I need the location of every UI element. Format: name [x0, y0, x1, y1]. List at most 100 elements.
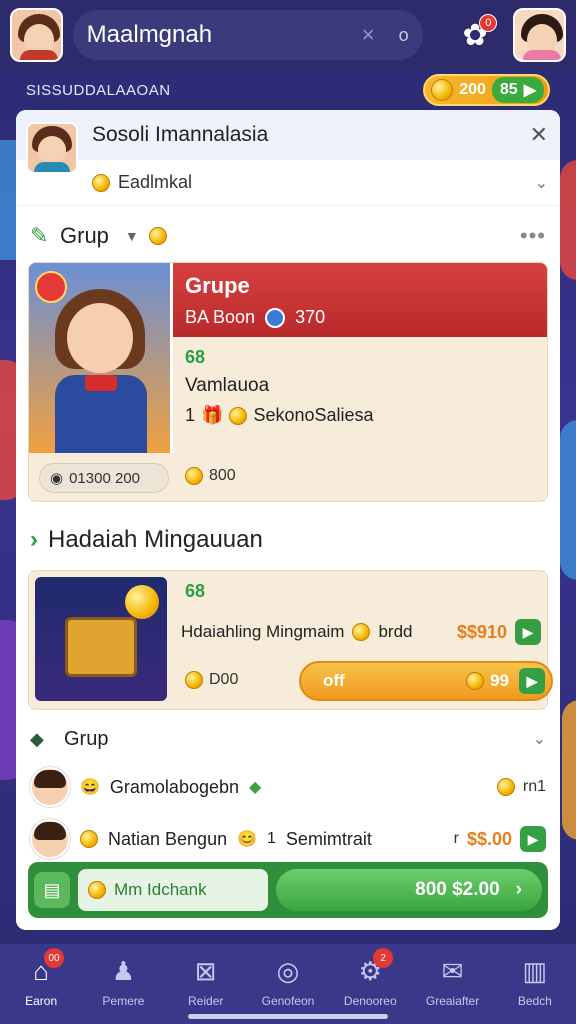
list-item-detail: Semimtrait: [285, 828, 372, 849]
user-avatar[interactable]: [10, 8, 63, 62]
group-card-title: Grupe: [185, 273, 250, 298]
group-icon: ✎: [30, 223, 49, 248]
more-icon[interactable]: •••: [520, 223, 546, 249]
nav-label: Reider: [188, 994, 224, 1008]
reward-line: Hdaiahling Mingmaim brdd $$910 ▶: [181, 619, 541, 645]
list-item[interactable]: 😄 Gramolabogebn ◆ rn1: [30, 762, 546, 812]
reward-text: Hdaiahling Mingmaim: [181, 622, 345, 641]
avatar-body: [20, 50, 58, 60]
mail-icon: ✉: [441, 956, 464, 986]
chevron-down-icon[interactable]: ⌄: [533, 729, 546, 749]
wallet-icon[interactable]: ▤: [34, 872, 70, 908]
caret-down-icon[interactable]: ▼: [125, 228, 139, 244]
coin-icon: [148, 227, 167, 245]
bonus-count: 85: [499, 81, 518, 98]
section-title: Grup: [64, 727, 109, 750]
list-item-extra: r: [453, 830, 459, 847]
nav-item-home[interactable]: ⌂ Earon 00: [0, 944, 82, 1024]
section-grup-header: ✎ Grup ▼ •••: [16, 208, 560, 264]
buy-button[interactable]: 800 $2.00 ›: [276, 869, 542, 911]
group-card-coins-value: 800: [209, 467, 236, 484]
profile-avatar[interactable]: [513, 8, 567, 62]
group-card-detail-count: 1: [185, 405, 196, 425]
avatar-body: [523, 50, 562, 60]
coin-icon: [185, 467, 203, 485]
avatar-body: [34, 162, 70, 172]
reward-price: $$910: [456, 621, 507, 642]
reward-text-tail: brdd: [378, 622, 413, 641]
id-icon: ◉: [50, 470, 64, 487]
nav-label: Pemere: [102, 994, 145, 1008]
nav-item-profile[interactable]: ♟ Pemere: [82, 944, 164, 1024]
mic-icon[interactable]: o: [399, 25, 409, 46]
close-icon[interactable]: ✕: [530, 122, 548, 148]
nav-badge: 00: [44, 948, 64, 968]
play-button[interactable]: ▶: [520, 826, 546, 852]
app-title: Maalmgnah: [86, 21, 213, 48]
list-item-right: rn1: [496, 778, 546, 796]
nav-item-book[interactable]: ▥ Bedch: [494, 944, 576, 1024]
home-indicator[interactable]: [188, 1014, 388, 1019]
buy-button-label: 800 $2.00: [415, 879, 500, 900]
face-icon: 😊: [237, 831, 258, 848]
claim-bar[interactable]: off 99 ▶: [299, 661, 553, 701]
list-item-name: Gramolabogebn: [109, 776, 240, 797]
group-card-id-pill[interactable]: ◉ 01300 200: [39, 463, 169, 493]
box-icon: ⊠: [194, 956, 217, 986]
section-grup2-header[interactable]: ◆ Grup ⌄: [30, 718, 546, 760]
search-bar[interactable]: Maalmgnah × o: [72, 10, 423, 60]
chevron-down-icon[interactable]: ⌄: [535, 173, 548, 193]
notification-badge: 0: [479, 14, 498, 32]
nav-label: Denooreo: [343, 994, 397, 1008]
hero-face: [67, 303, 133, 373]
list-item-name: Natian Bengun: [108, 828, 228, 849]
person-icon: ♟: [111, 956, 136, 986]
emoji-icon: 😄: [80, 779, 100, 796]
group-card-name: Vamlauoa: [185, 375, 270, 396]
reward-coins: D00: [185, 671, 238, 689]
nav-label: Greaiafter: [425, 994, 480, 1008]
coin-icon: [496, 778, 515, 796]
coin-icon: [92, 173, 110, 192]
clear-icon[interactable]: ×: [362, 22, 375, 48]
avatar: [30, 819, 70, 859]
top-bar: Maalmgnah × o ✿ 0: [0, 0, 576, 70]
sub-header-label: SISSUDDALAAOAN: [26, 81, 171, 99]
play-button[interactable]: ▶: [515, 619, 541, 645]
bonus-pill[interactable]: 85 ▶: [491, 77, 544, 103]
weekly-reward-title: Hadaiah Mingauuan: [48, 526, 263, 553]
coin-icon: [125, 585, 159, 619]
coin-balance[interactable]: 200 85 ▶: [423, 74, 550, 106]
verified-icon: [265, 307, 286, 328]
claim-bar-value: 99: [490, 671, 509, 690]
nav-item-mail[interactable]: ✉ Greaiafter: [411, 944, 493, 1024]
group-card-meta-a: BA Boon: [185, 307, 256, 327]
group-card[interactable]: Grupe BA Boon 370 68 Vamlauoa 1 🎁 Sekono…: [28, 262, 548, 502]
hero-badge: [35, 271, 67, 303]
promo-input-text: Mm Idchank: [114, 880, 207, 899]
nav-item-reider[interactable]: ⊠ Reider: [165, 944, 247, 1024]
card-subtitle-row[interactable]: Eadlmkal ⌄: [16, 160, 560, 206]
nav-label: Earon: [25, 994, 58, 1008]
play-button[interactable]: ▶: [519, 668, 545, 694]
avatar-face: [38, 136, 66, 164]
nav-badge: 2: [373, 948, 394, 968]
card-subtitle: Eadlmkal: [118, 172, 193, 192]
card-avatar: [26, 122, 78, 174]
coin-icon: [229, 406, 248, 425]
weekly-reward-card[interactable]: 68 Hdaiahling Mingmaim brdd $$910 ▶ D00 …: [28, 570, 553, 710]
nav-item-settings[interactable]: ⚙ Denooreo 2: [329, 944, 411, 1024]
list-item[interactable]: Natian Bengun 😊 1 Semimtrait r $$.00 ▶: [30, 814, 546, 864]
list-item-right: r $$.00 ▶: [454, 826, 546, 852]
nav-label: Bedch: [517, 994, 552, 1008]
group-card-coins: 800: [185, 467, 236, 485]
group-card-id: 01300 200: [69, 469, 140, 487]
nav-item-explore[interactable]: ◎ Genofeon: [247, 944, 329, 1024]
diamond-icon: ◆: [249, 779, 262, 796]
gift-button[interactable]: ✿ 0: [451, 10, 500, 60]
reward-number: 68: [185, 581, 206, 601]
coin-icon: [352, 623, 371, 641]
promo-input[interactable]: Mm Idchank: [78, 869, 268, 911]
action-strip: ▤ Mm Idchank 800 $2.00 ›: [28, 862, 548, 918]
coin-icon: [185, 671, 203, 689]
